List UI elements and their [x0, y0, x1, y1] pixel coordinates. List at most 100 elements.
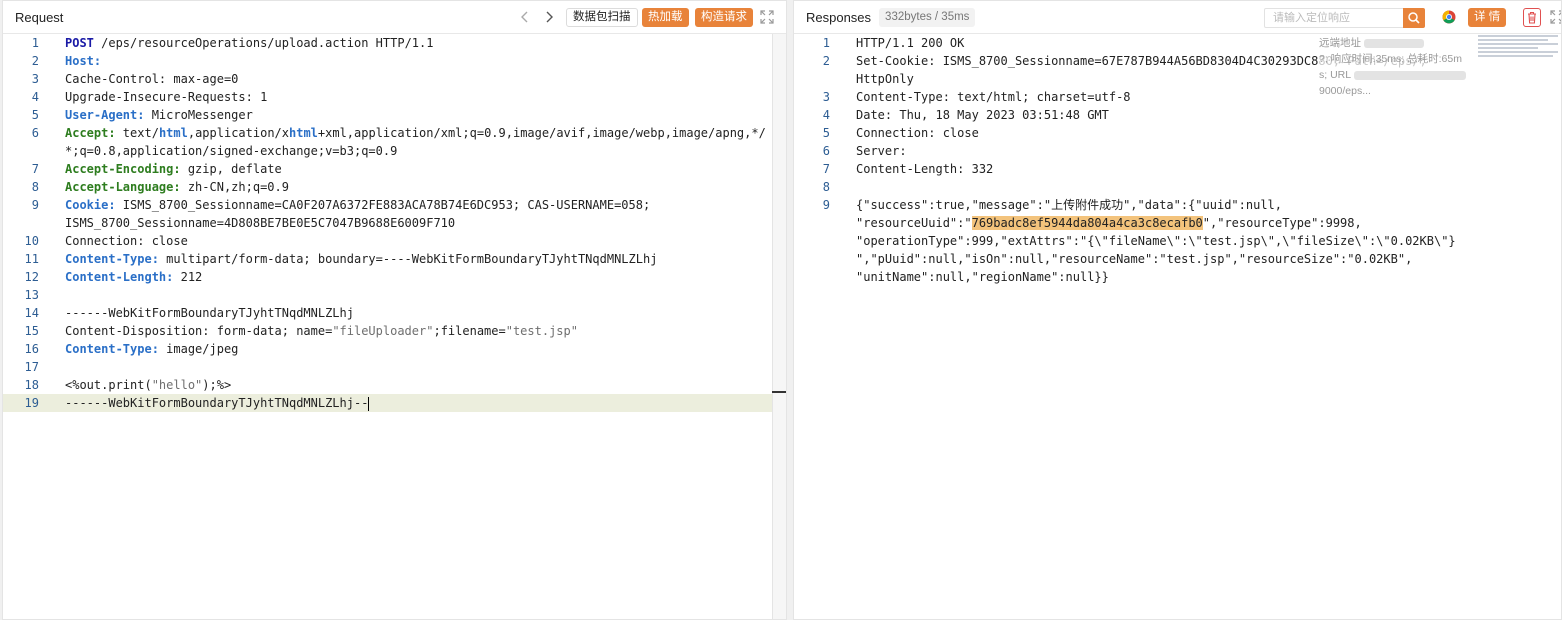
code-text: Connection: close [856, 124, 979, 142]
code-text: Content-Disposition: form-data; name="fi… [65, 322, 578, 340]
code-line[interactable]: 15 Content-Disposition: form-data; name="… [3, 322, 786, 340]
code-line[interactable]: "operationType":999,"extAttrs":"{\"fileN… [794, 232, 1561, 250]
code-line[interactable]: 6 Server: [794, 142, 1561, 160]
line-number: 7 [822, 162, 830, 176]
code-token: +xml,application/xml;q=0.9,image/avif,im… [317, 126, 766, 140]
request-editor[interactable]: 1 POST /eps/resourceOperations/upload.act… [3, 34, 786, 619]
code-line[interactable]: 1 POST /eps/resourceOperations/upload.act… [3, 34, 786, 52]
code-line[interactable]: 7 Content-Length: 332 [794, 160, 1561, 178]
code-line[interactable]: "unitName":null,"regionName":null}} [794, 268, 1561, 286]
code-line[interactable]: 8 Accept-Language: zh-CN,zh;q=0.9 [3, 178, 786, 196]
search-button[interactable] [1403, 8, 1425, 28]
code-line[interactable]: 18 <%out.print("hello");%> [3, 376, 786, 394]
code-text: HTTP/1.1 200 OK [856, 34, 964, 52]
code-line[interactable]: 6 Accept: text/html,application/xhtml+xml… [3, 124, 786, 142]
code-line[interactable]: 9 Cookie: ISMS_8700_Sessionname=CA0F207A6… [3, 196, 786, 214]
code-line[interactable]: 13 [3, 286, 786, 304]
line-number: 2 [822, 54, 830, 68]
code-line[interactable]: 9 {"success":true,"message":"上传附件成功","dat… [794, 196, 1561, 214]
line-number: 5 [822, 126, 830, 140]
details-button[interactable]: 详 情 [1468, 8, 1507, 27]
code-line[interactable]: 12 Content-Length: 212 [3, 268, 786, 286]
code-token: "operationType":999,"extAttrs":"{\"fileN… [856, 234, 1456, 248]
code-token: html [158, 126, 188, 140]
code-line[interactable]: 5 User-Agent: MicroMessenger [3, 106, 786, 124]
line-number: 15 [24, 324, 39, 338]
code-token: html [289, 126, 318, 140]
chrome-browser-icon[interactable] [1442, 10, 1456, 24]
code-line[interactable]: 14 ------WebKitFormBoundaryTJyhtTNqdMNLZL… [3, 304, 786, 322]
text-cursor [368, 396, 370, 411]
request-pane: Request 数据包扫描 热加载 构造请求 1 POST /eps/resour… [2, 0, 787, 620]
response-editor[interactable]: 1 HTTP/1.1 200 OK 2 Set-Cookie: ISMS_8700_S… [794, 34, 1561, 619]
code-token: ","pUuid":null,"isOn":null,"resourceName… [856, 252, 1413, 266]
response-title: Responses [806, 9, 872, 25]
packet-scan-button[interactable]: 数据包扫描 [566, 8, 638, 27]
code-token: ISMS_8700_Sessionname=4D808BE7BE0E5C7047… [65, 216, 456, 230]
code-line[interactable]: 17 [3, 358, 786, 376]
code-line[interactable]: 11 Content-Type: multipart/form-data; bou… [3, 250, 786, 268]
code-text: "resourceUuid":"769badc8ef5944da804a4ca3… [856, 214, 1362, 232]
line-number: 8 [822, 180, 830, 194]
line-number: 18 [24, 378, 39, 392]
code-token: POST [65, 36, 94, 50]
code-line[interactable]: 10 Connection: close [3, 232, 786, 250]
code-line[interactable]: 5 Connection: close [794, 124, 1561, 142]
code-line[interactable]: *;q=0.8,application/signed-exchange;v=b3… [3, 142, 786, 160]
redacted-value [1363, 38, 1424, 48]
code-line[interactable]: 4 Upgrade-Insecure-Requests: 1 [3, 88, 786, 106]
hot-load-button[interactable]: 热加载 [642, 8, 689, 27]
search-icon [1408, 12, 1420, 24]
code-line[interactable]: 16 Content-Type: image/jpeg [3, 340, 786, 358]
request-title: Request [15, 9, 64, 25]
code-token: Connection: close [65, 234, 188, 248]
code-text: Content-Type: text/html; charset=utf-8 [856, 88, 1131, 106]
line-number: 11 [24, 252, 39, 266]
code-token: Content-Length: 332 [856, 162, 994, 176]
tooltip-remote-address-label: 远端地址 [1319, 37, 1361, 49]
code-line[interactable]: 19 ------WebKitFormBoundaryTJyhtTNqdMNLZL… [3, 394, 786, 412]
code-token: "test.jsp" [505, 324, 578, 338]
code-token: image/jpeg [158, 342, 239, 356]
code-line[interactable]: 7 Accept-Encoding: gzip, deflate [3, 160, 786, 178]
trash-icon[interactable] [1523, 8, 1541, 27]
build-request-button[interactable]: 构造请求 [695, 8, 753, 27]
fullscreen-icon[interactable] [1550, 10, 1561, 24]
request-scrollbar[interactable] [772, 34, 786, 619]
code-text: Content-Length: 332 [856, 160, 993, 178]
request-toolbar: Request 数据包扫描 热加载 构造请求 [3, 1, 786, 34]
code-token: ------WebKitFormBoundaryTJyhtTNqdMNLZLhj [65, 306, 354, 320]
line-number: 6 [822, 144, 830, 158]
request-info-tooltip: 远端地址 ?; 响应时间:35ms; 总耗时:65m s; URL 9000/e… [1319, 35, 1479, 97]
response-minimap[interactable] [1478, 35, 1560, 63]
line-number: 2 [31, 54, 39, 68]
code-text: Content-Type: multipart/form-data; bound… [65, 250, 657, 268]
code-token: Accept-Language: [65, 180, 181, 194]
code-line[interactable]: 3 Cache-Control: max-age=0 [3, 70, 786, 88]
code-text: "operationType":999,"extAttrs":"{\"fileN… [856, 232, 1456, 250]
code-line[interactable]: 4 Date: Thu, 18 May 2023 03:51:48 GMT [794, 106, 1561, 124]
code-token: Accept: [65, 126, 116, 140]
fullscreen-icon[interactable] [760, 10, 774, 24]
code-text: Date: Thu, 18 May 2023 03:51:48 GMT [856, 106, 1109, 124]
code-line[interactable]: 8 [794, 178, 1561, 196]
code-line[interactable]: ISMS_8700_Sessionname=4D808BE7BE0E5C7047… [3, 214, 786, 232]
line-number: 17 [24, 360, 39, 374]
line-number: 8 [31, 180, 39, 194]
chevron-right-icon[interactable] [542, 10, 556, 24]
line-number: 16 [24, 342, 39, 356]
line-number: 1 [31, 36, 39, 50]
code-token: Content-Type: [65, 342, 159, 356]
scroll-position-marker [772, 391, 786, 393]
line-number: 4 [31, 90, 39, 104]
code-token: Content-Length: [65, 270, 174, 284]
code-line[interactable]: ","pUuid":null,"isOn":null,"resourceName… [794, 250, 1561, 268]
code-line[interactable]: "resourceUuid":"769badc8ef5944da804a4ca3… [794, 214, 1561, 232]
code-line[interactable]: 2 Host: [3, 52, 786, 70]
code-token: 212 [173, 270, 203, 284]
code-token: Accept-Encoding: [65, 162, 181, 176]
line-number: 19 [24, 396, 39, 410]
chevron-left-icon[interactable] [518, 10, 532, 24]
response-search-input[interactable]: 请输入定位响应 [1264, 8, 1413, 28]
code-text: Server: [856, 142, 907, 160]
